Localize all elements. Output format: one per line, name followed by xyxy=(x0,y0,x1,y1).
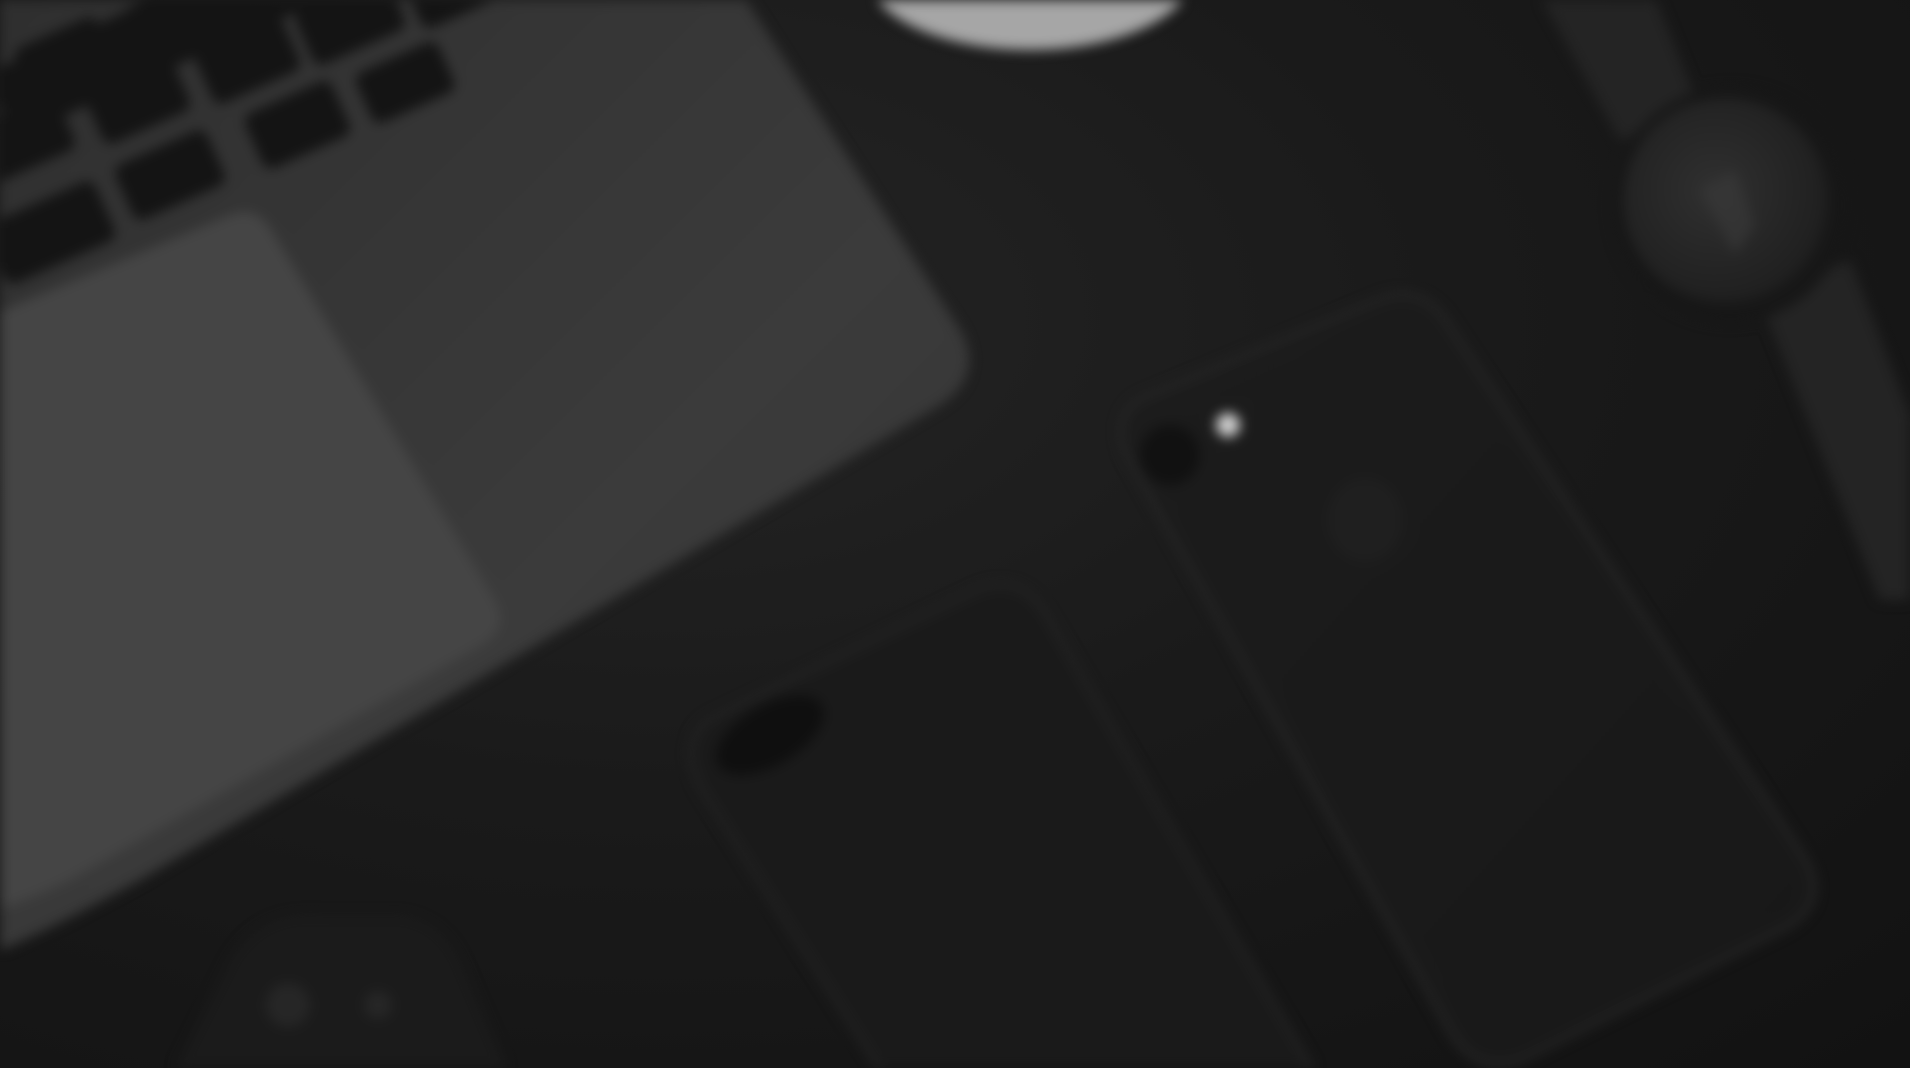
desk-flatlay-photo xyxy=(0,0,1910,1068)
desk-illustration xyxy=(0,0,1910,1068)
apple-logo-icon xyxy=(1327,478,1403,562)
camera-flash xyxy=(1216,413,1240,437)
phone-front xyxy=(689,582,1315,1068)
phone-corner xyxy=(176,914,507,1068)
watch xyxy=(1542,0,1910,600)
mouse xyxy=(877,0,1183,50)
camera-lens xyxy=(1140,425,1200,485)
